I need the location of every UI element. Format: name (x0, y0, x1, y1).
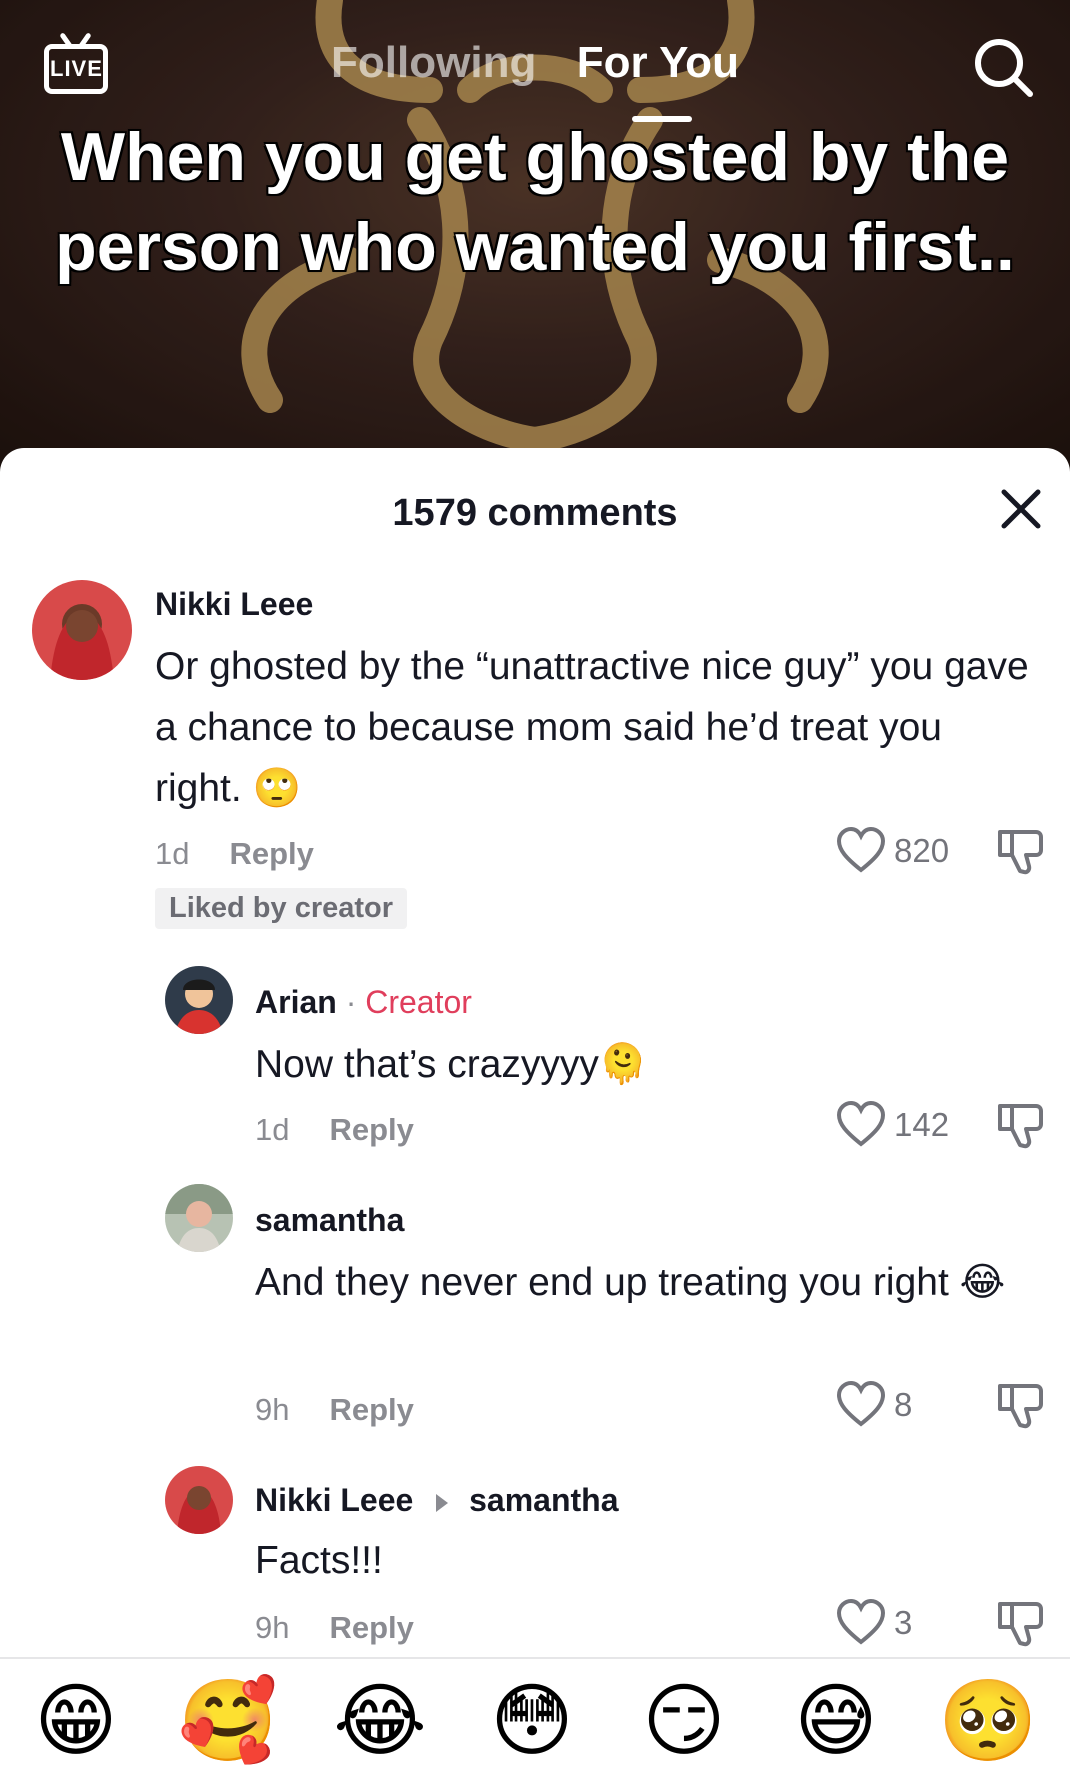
comment-text: Facts!!! (255, 1539, 383, 1582)
comment-author[interactable]: Arian (255, 984, 337, 1020)
comment-time: 9h (255, 1392, 290, 1427)
reply-button[interactable]: Reply (329, 1392, 413, 1427)
thumbs-down-icon (998, 830, 1043, 875)
comment-text: Or ghosted by the “unattractive nice guy… (155, 645, 1029, 810)
comment-meta: 9h Reply (255, 1392, 414, 1428)
reply-to-author[interactable]: samantha (469, 1482, 618, 1518)
dislike-button[interactable] (996, 826, 1044, 876)
emoji-pleading-button[interactable]: 🥺 (936, 1669, 1040, 1773)
like-button[interactable]: 8 (836, 1380, 956, 1430)
thumbs-down-icon (998, 1384, 1043, 1429)
avatar[interactable] (165, 1466, 233, 1534)
tab-for-you[interactable]: For You (577, 38, 739, 88)
reply-arrow-icon (436, 1493, 449, 1512)
feed-tabs: Following For You (0, 38, 1070, 88)
comment-meta: 1d Reply (155, 836, 314, 872)
emoji-quick-bar: 😁 🥰 😂 😳 😏 😅 🥺 (0, 1657, 1070, 1783)
emoji-hearts-button[interactable]: 🥰 (176, 1669, 280, 1773)
avatar[interactable] (165, 966, 233, 1034)
comments-count-title: 1579 comments (392, 492, 678, 534)
creator-tag: Creator (365, 984, 472, 1020)
avatar[interactable] (165, 1184, 233, 1252)
dislike-button[interactable] (996, 1598, 1044, 1648)
emoji-grin-button[interactable]: 😁 (24, 1669, 128, 1773)
avatar[interactable] (32, 580, 132, 680)
dislike-button[interactable] (996, 1380, 1044, 1430)
like-count: 142 (894, 1106, 950, 1143)
emoji-smirk-button[interactable]: 😏 (632, 1669, 736, 1773)
comment-author[interactable]: Nikki Leee (155, 586, 313, 623)
like-button[interactable]: 142 (836, 1100, 956, 1150)
video-player[interactable]: LIVE Following For You When you get ghos… (0, 0, 1070, 460)
like-count: 820 (894, 832, 950, 869)
thumbs-down-icon (998, 1104, 1043, 1149)
heart-icon (836, 826, 886, 873)
comment-time: 1d (255, 1112, 290, 1147)
comments-sheet: 1579 comments Nikki Leee Or ghosted by t… (0, 448, 1070, 1783)
like-button[interactable]: 820 (836, 826, 956, 876)
video-caption: When you get ghosted by the person who w… (55, 119, 1015, 285)
like-count: 3 (894, 1604, 913, 1641)
tab-following[interactable]: Following (331, 38, 536, 88)
heart-icon (836, 1380, 886, 1427)
comment-author-line: Arian · Creator (255, 984, 472, 1021)
like-count: 8 (894, 1386, 913, 1423)
close-icon (1001, 489, 1041, 529)
comment-meta: 1d Reply (255, 1112, 414, 1148)
emoji-sweat-smile-button[interactable]: 😅 (784, 1669, 888, 1773)
comment-text: And they never end up treating you right… (255, 1261, 1006, 1304)
comment-time: 9h (255, 1610, 290, 1645)
reply-button[interactable]: Reply (329, 1610, 413, 1645)
like-button[interactable]: 3 (836, 1598, 956, 1648)
comment-author-line: Nikki Leee samantha (255, 1482, 618, 1519)
comment-author[interactable]: Nikki Leee (255, 1482, 413, 1518)
reply-button[interactable]: Reply (329, 1112, 413, 1147)
author-separator: · (345, 984, 357, 1020)
comment-time: 1d (155, 836, 190, 871)
dislike-button[interactable] (996, 1100, 1044, 1150)
emoji-laugh-button[interactable]: 😂 (328, 1669, 432, 1773)
close-button[interactable] (996, 484, 1046, 534)
search-button[interactable] (972, 36, 1036, 100)
thumbs-down-icon (998, 1602, 1043, 1647)
search-icon (975, 39, 1033, 97)
reply-button[interactable]: Reply (229, 836, 313, 871)
comment-text: Now that’s crazyyyy🫠 (255, 1043, 648, 1086)
liked-by-creator-badge: Liked by creator (155, 888, 408, 929)
comment-author[interactable]: samantha (255, 1202, 404, 1239)
heart-icon (836, 1598, 886, 1645)
emoji-flushed-button[interactable]: 😳 (480, 1669, 584, 1773)
comment-meta: 9h Reply (255, 1610, 414, 1646)
heart-icon (836, 1100, 886, 1147)
